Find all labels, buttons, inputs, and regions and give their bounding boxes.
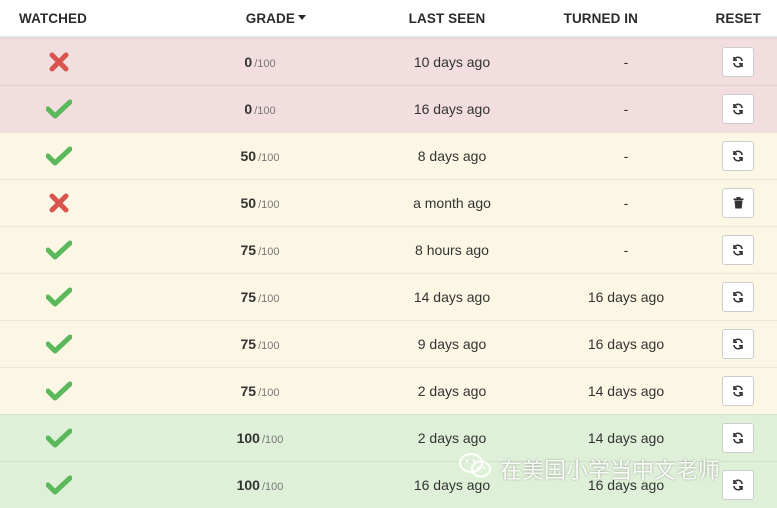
reset-button[interactable]	[722, 47, 754, 77]
reset-button[interactable]	[722, 94, 754, 124]
table-header: WATCHED GRADE LAST SEEN TURNED IN RESET	[0, 0, 777, 38]
grade-value: 0	[244, 54, 253, 70]
check-icon	[44, 380, 74, 402]
grade-value: 75	[240, 242, 257, 258]
table-row: 75/100 8 hours ago -	[0, 226, 777, 273]
check-icon	[44, 333, 74, 355]
reset-button[interactable]	[722, 141, 754, 171]
header-reset: RESET	[715, 10, 761, 26]
grade-cell: 50/100	[180, 148, 340, 164]
reset-button[interactable]	[722, 423, 754, 453]
grade-value: 100	[236, 430, 260, 446]
grade-max: /100	[254, 58, 276, 70]
turned-in-cell: -	[623, 101, 629, 117]
last-seen-cell: 9 days ago	[417, 336, 487, 352]
grade-max: /100	[261, 481, 284, 493]
last-seen-cell: 16 days ago	[413, 101, 491, 117]
grade-max: /100	[261, 434, 284, 446]
turned-in-cell: 16 days ago	[587, 336, 665, 352]
grade-max: /100	[254, 105, 276, 117]
table-row: 75/100 14 days ago 16 days ago	[0, 273, 777, 320]
grade-cell: 75/100	[180, 383, 340, 399]
turned-in-cell: -	[623, 54, 629, 70]
trash-icon	[733, 197, 744, 209]
last-seen-cell: 2 days ago	[417, 383, 487, 399]
table-row: 100/100 16 days ago 16 days ago	[0, 461, 777, 508]
grade-cell: 100/100	[180, 477, 340, 493]
cross-icon	[44, 192, 74, 214]
table-row: 100/100 2 days ago 14 days ago	[0, 414, 777, 461]
grades-table: WATCHED GRADE LAST SEEN TURNED IN RESET …	[0, 0, 777, 508]
last-seen-cell: 8 hours ago	[415, 242, 489, 258]
reset-button[interactable]	[722, 282, 754, 312]
table-row: 75/100 9 days ago 16 days ago	[0, 320, 777, 367]
grade-cell: 0/100	[180, 54, 340, 70]
grade-value: 0	[244, 101, 253, 117]
grade-value: 50	[240, 195, 257, 211]
last-seen-cell: 8 days ago	[417, 148, 487, 164]
grade-max: /100	[258, 387, 280, 399]
grade-cell: 75/100	[180, 289, 340, 305]
table-row: 50/100 8 days ago -	[0, 132, 777, 179]
header-grade[interactable]: GRADE	[106, 11, 408, 26]
table-row: 0/100 10 days ago -	[0, 38, 777, 85]
refresh-icon	[732, 56, 744, 68]
refresh-icon	[732, 103, 744, 115]
check-icon	[44, 239, 74, 261]
grade-cell: 75/100	[180, 336, 340, 352]
reset-button[interactable]	[722, 376, 754, 406]
refresh-icon	[732, 385, 744, 397]
grade-cell: 50/100	[180, 195, 340, 211]
grade-max: /100	[258, 293, 280, 305]
last-seen-cell: 16 days ago	[413, 477, 491, 493]
reset-button[interactable]	[722, 470, 754, 500]
grade-cell: 0/100	[180, 101, 340, 117]
grade-value: 100	[236, 477, 260, 493]
turned-in-cell: 14 days ago	[587, 430, 665, 446]
check-icon	[44, 286, 74, 308]
turned-in-cell: -	[623, 195, 629, 211]
refresh-icon	[732, 338, 744, 350]
refresh-icon	[732, 244, 744, 256]
grade-cell: 100/100	[180, 430, 340, 446]
header-last-seen[interactable]: LAST SEEN	[402, 11, 492, 26]
turned-in-cell: 16 days ago	[587, 477, 665, 493]
reset-button[interactable]	[722, 235, 754, 265]
last-seen-cell: 14 days ago	[413, 289, 491, 305]
grade-max: /100	[258, 246, 280, 258]
check-icon	[44, 474, 74, 496]
grade-value: 75	[240, 383, 257, 399]
last-seen-cell: a month ago	[413, 195, 491, 211]
turned-in-cell: 16 days ago	[587, 289, 665, 305]
grade-value: 50	[240, 148, 257, 164]
turned-in-cell: -	[623, 148, 629, 164]
grade-max: /100	[258, 340, 280, 352]
refresh-icon	[732, 479, 744, 491]
grade-max: /100	[258, 152, 280, 164]
turned-in-cell: 14 days ago	[587, 383, 665, 399]
grade-max: /100	[258, 199, 280, 211]
header-watched[interactable]: WATCHED	[0, 11, 106, 26]
header-turned-in[interactable]: TURNED IN	[492, 11, 640, 26]
header-grade-label: GRADE	[245, 10, 295, 26]
reset-button[interactable]	[722, 329, 754, 359]
grade-value: 75	[240, 336, 257, 352]
grade-value: 75	[240, 289, 257, 305]
table-row: 50/100 a month ago -	[0, 179, 777, 226]
refresh-icon	[732, 150, 744, 162]
cross-icon	[44, 51, 74, 73]
check-icon	[44, 98, 74, 120]
last-seen-cell: 2 days ago	[417, 430, 487, 446]
sort-desc-caret-icon	[298, 15, 306, 21]
table-row: 0/100 16 days ago -	[0, 85, 777, 132]
last-seen-cell: 10 days ago	[413, 54, 491, 70]
table-row: 75/100 2 days ago 14 days ago	[0, 367, 777, 414]
refresh-icon	[732, 432, 744, 444]
check-icon	[44, 145, 74, 167]
grade-cell: 75/100	[180, 242, 340, 258]
delete-button[interactable]	[722, 188, 754, 218]
check-icon	[44, 427, 74, 449]
turned-in-cell: -	[623, 242, 629, 258]
refresh-icon	[732, 291, 744, 303]
